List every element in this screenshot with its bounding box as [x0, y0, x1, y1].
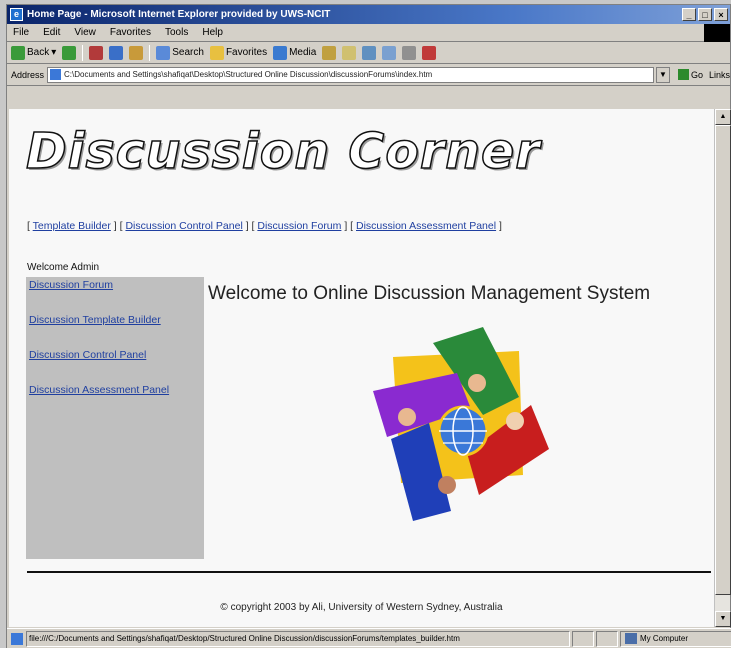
refresh-button[interactable] [109, 45, 124, 60]
messenger-button[interactable] [422, 45, 437, 60]
nav-discussion-control-panel[interactable]: Discussion Control Panel [125, 220, 242, 232]
standard-toolbar: Back ▾ Search Favorites Media [7, 42, 730, 64]
discuss-button[interactable] [402, 45, 417, 60]
menu-tools[interactable]: Tools [165, 27, 188, 38]
security-zone: My Computer [620, 630, 731, 647]
browser-window: e Home Page - Microsoft Internet Explore… [6, 4, 731, 648]
clipart-hand-2 [398, 408, 416, 426]
menu-favorites[interactable]: Favorites [110, 27, 151, 38]
windows-logo-icon [704, 24, 730, 42]
home-button[interactable] [129, 45, 144, 60]
go-arrow-icon [677, 69, 689, 80]
stop-button[interactable] [89, 45, 104, 60]
status-text: file:///C:/Documents and Settings/shafiq… [26, 630, 570, 647]
nav-discussion-assessment-panel[interactable]: Discussion Assessment Panel [356, 220, 496, 232]
computer-icon [625, 633, 637, 644]
close-button[interactable]: × [714, 8, 728, 21]
address-url: C:\Documents and Settings\shafiqat\Deskt… [64, 70, 433, 79]
title-bar: e Home Page - Microsoft Internet Explore… [7, 5, 730, 24]
hands-globe-clipart [373, 327, 549, 521]
address-dropdown-icon[interactable]: ▼ [655, 66, 670, 83]
page-content: Discussion Corner [ Template Builder ] [… [9, 109, 714, 627]
scroll-up-icon[interactable]: ▲ [715, 109, 731, 125]
sidebar-item-control-panel[interactable]: Discussion Control Panel [29, 349, 204, 361]
menu-view[interactable]: View [74, 27, 96, 38]
scroll-thumb[interactable] [715, 125, 731, 595]
address-label: Address [11, 69, 45, 80]
sidebar: Discussion Forum Discussion Template Bui… [26, 277, 204, 559]
menu-file[interactable]: File [13, 27, 29, 38]
print-button[interactable] [362, 45, 377, 60]
nav-discussion-forum[interactable]: Discussion Forum [257, 220, 341, 232]
sidebar-item-assessment-panel[interactable]: Discussion Assessment Panel [29, 384, 204, 396]
address-input[interactable]: C:\Documents and Settings\shafiqat\Deskt… [47, 66, 654, 83]
search-button[interactable]: Search [156, 45, 204, 60]
edit-button[interactable] [382, 45, 397, 60]
history-button[interactable] [322, 45, 337, 60]
minimize-button[interactable]: _ [682, 8, 696, 21]
favorites-star-icon [209, 45, 224, 60]
go-button[interactable]: Go [677, 69, 703, 80]
maximize-button[interactable]: □ [698, 8, 712, 21]
page-icon [50, 69, 62, 80]
sidebar-item-discussion-forum[interactable]: Discussion Forum [29, 279, 204, 291]
scroll-down-icon[interactable]: ▼ [715, 611, 731, 627]
menu-bar: File Edit View Favorites Tools Help [7, 24, 730, 42]
back-button[interactable]: Back ▾ [11, 45, 56, 60]
status-bar: file:///C:/Documents and Settings/shafiq… [7, 628, 731, 648]
ie-icon: e [10, 8, 23, 21]
clipart-hand-1 [468, 374, 486, 392]
clipart-hand-3 [438, 476, 456, 494]
footer-divider [27, 571, 711, 573]
copyright-footer: © copyright 2003 by Ali, University of W… [220, 602, 503, 613]
address-bar: Address C:\Documents and Settings\shafiq… [7, 64, 730, 86]
search-icon [156, 45, 171, 60]
media-button[interactable]: Media [273, 45, 316, 60]
sidebar-item-template-builder[interactable]: Discussion Template Builder [29, 314, 204, 326]
back-dropdown-icon[interactable]: ▾ [51, 47, 56, 58]
links-button[interactable]: Links [709, 70, 730, 80]
forward-button[interactable] [62, 45, 77, 60]
top-nav: [ Template Builder ] [ Discussion Contro… [27, 220, 502, 232]
discussion-corner-logo: Discussion Corner [25, 122, 541, 181]
status-page-icon [11, 632, 23, 645]
back-arrow-icon [11, 45, 25, 60]
menu-help[interactable]: Help [202, 27, 223, 38]
clipart-hand-4 [506, 412, 524, 430]
page-heading: Welcome to Online Discussion Management … [208, 283, 651, 304]
media-icon [273, 45, 288, 60]
nav-template-builder[interactable]: Template Builder [33, 220, 111, 232]
vertical-scrollbar[interactable]: ▲ ▼ [714, 109, 731, 627]
window-title: Home Page - Microsoft Internet Explorer … [27, 9, 331, 20]
favorites-button[interactable]: Favorites [209, 45, 267, 60]
mail-button[interactable] [342, 45, 357, 60]
menu-edit[interactable]: Edit [43, 27, 60, 38]
welcome-user-text: Welcome Admin [27, 262, 100, 273]
